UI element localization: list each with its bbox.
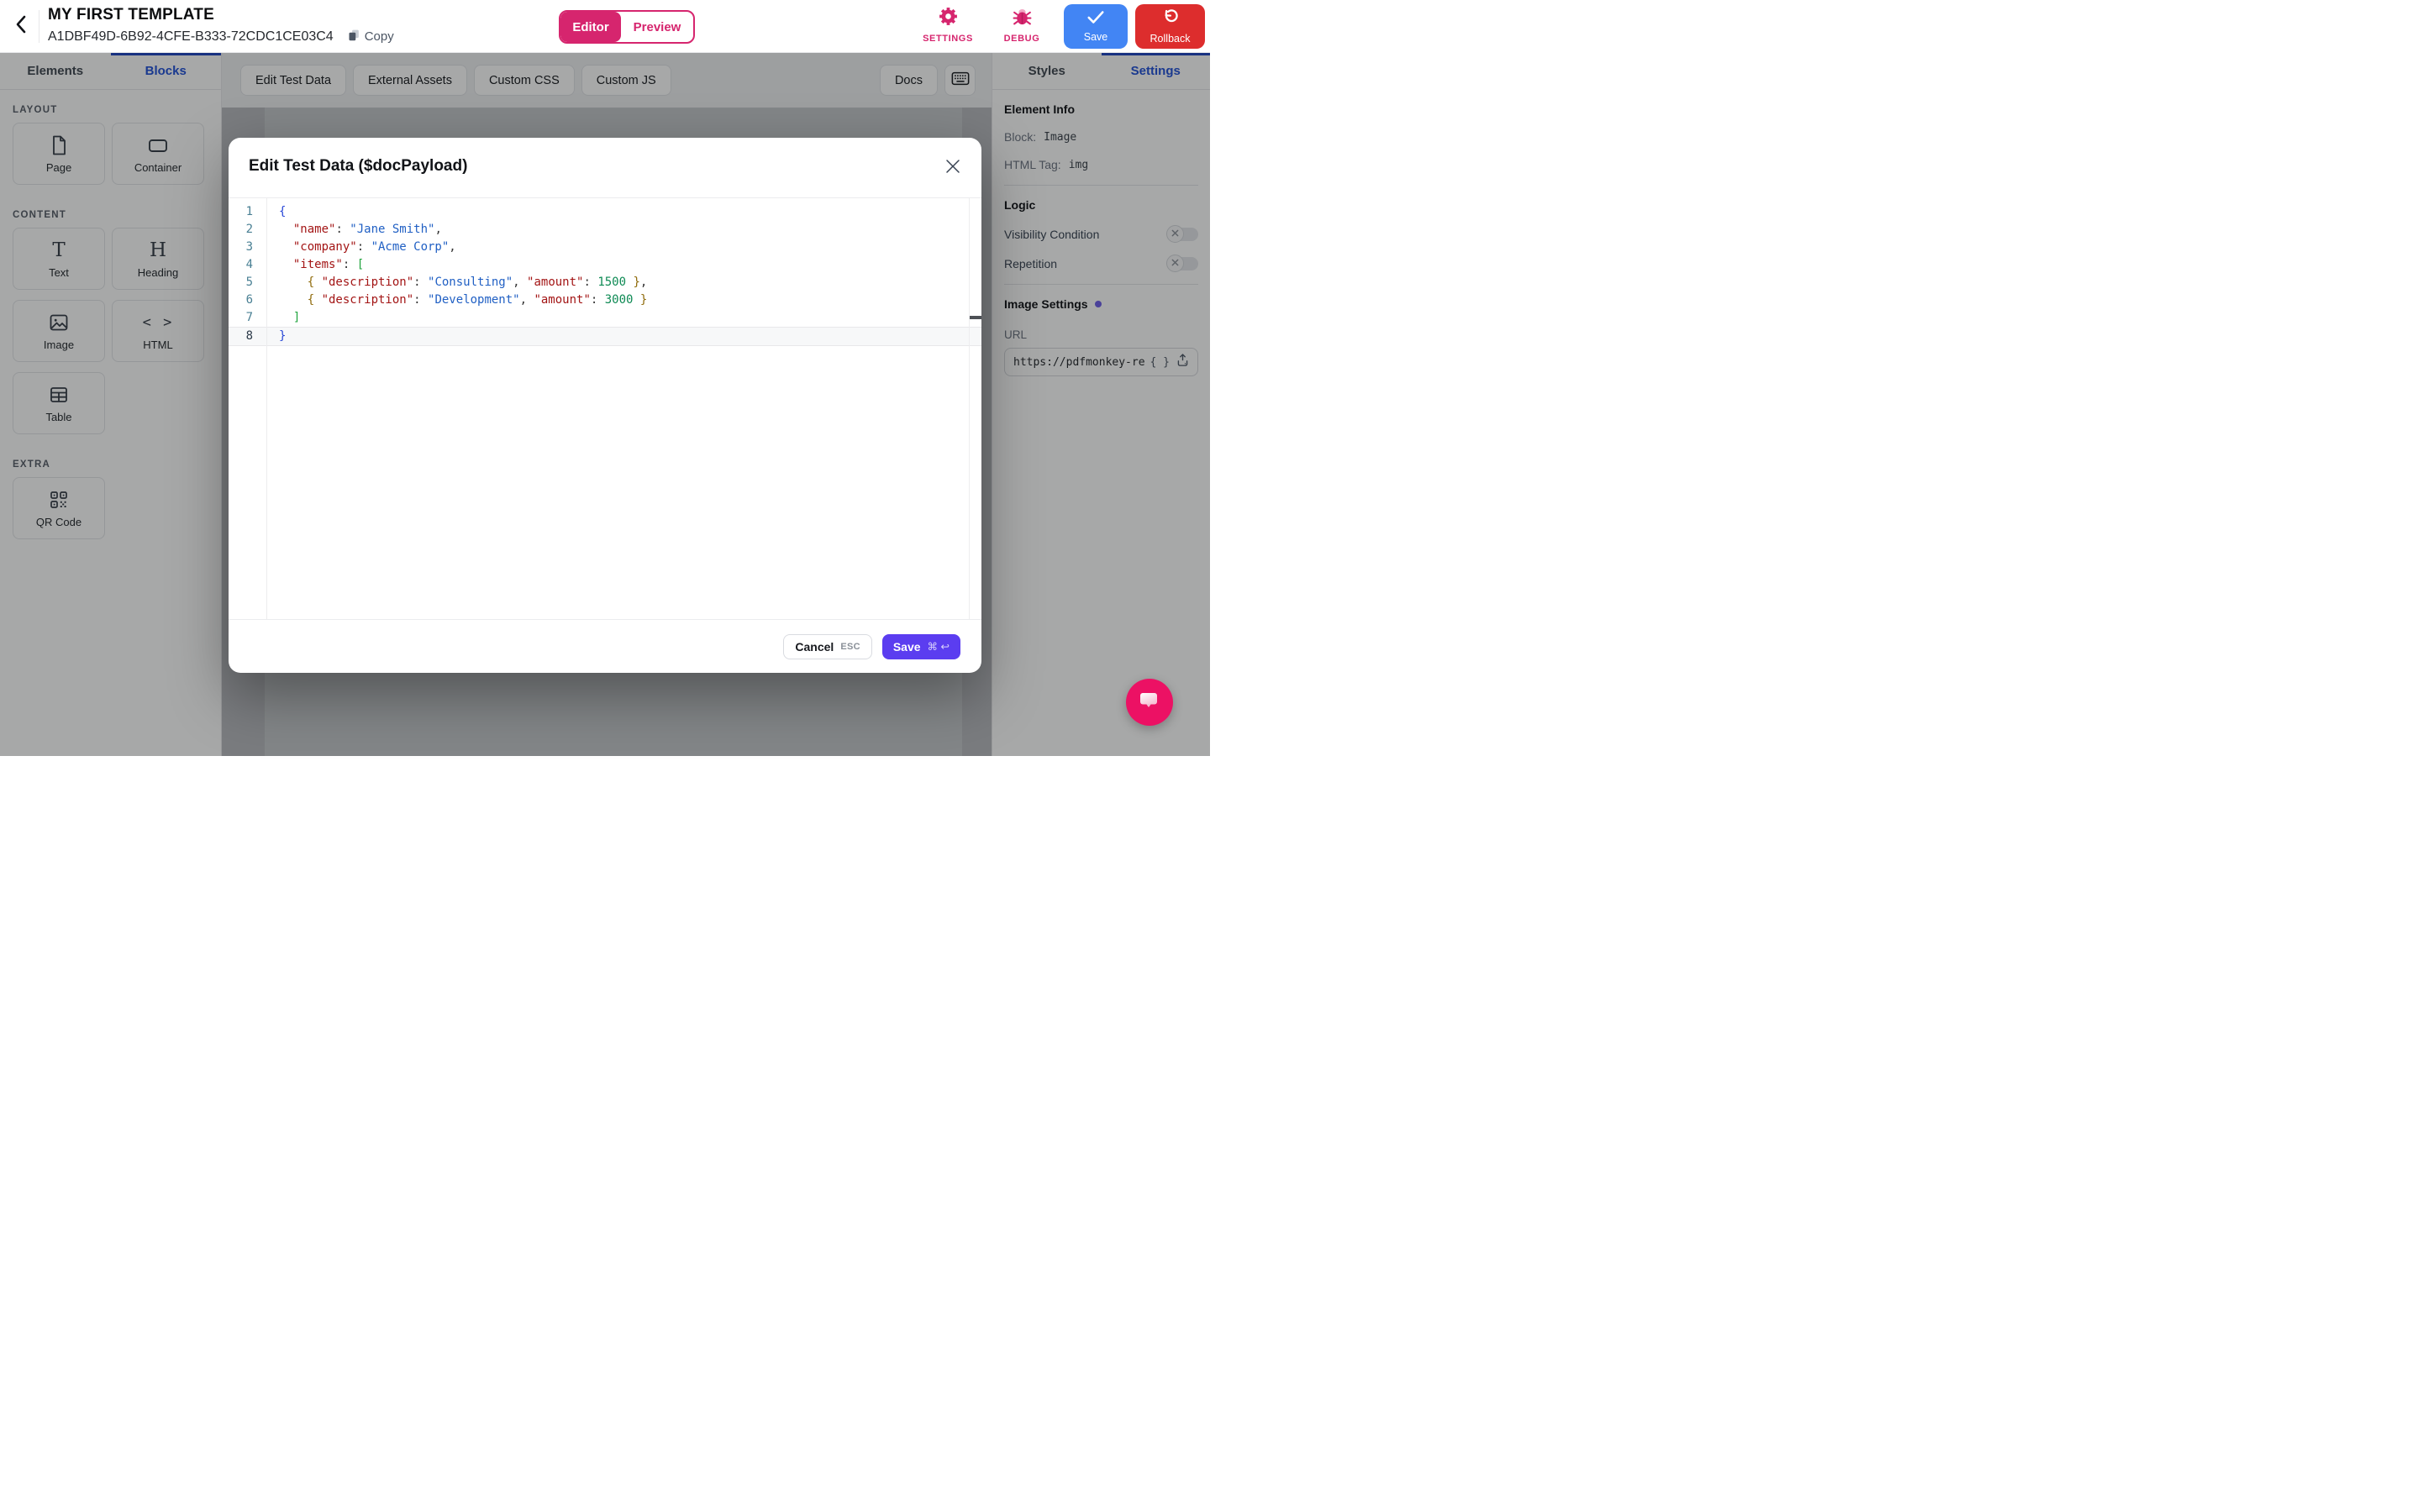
code-line[interactable]: 5 { "description": "Consulting", "amount… [229,274,981,291]
tab-preview[interactable]: Preview [621,12,693,42]
code-lines: 1{2 "name": "Jane Smith",3 "company": "A… [229,198,981,346]
debug-label: DEBUG [1004,34,1040,44]
cancel-label: Cancel [795,640,834,654]
code-line[interactable]: 3 "company": "Acme Corp", [229,239,981,256]
modal-save-button[interactable]: Save ⌘ ↩ [882,634,960,659]
line-number: 3 [229,239,260,256]
debug-button[interactable]: DEBUG [995,6,1049,44]
code-line[interactable]: 1{ [229,203,981,221]
code-line[interactable]: 6 { "description": "Development", "amoun… [229,291,981,309]
close-modal-button[interactable] [938,153,968,183]
code-line[interactable]: 8} [229,327,981,346]
copy-icon [345,27,360,46]
modal-save-label: Save [893,640,921,654]
save-template-button[interactable]: Save [1064,4,1128,49]
settings-label: SETTINGS [923,34,973,44]
mode-toggle: Editor Preview [559,10,695,44]
modal-title: Edit Test Data ($docPayload) [249,157,467,176]
cancel-shortcut: ESC [840,642,860,652]
back-button[interactable] [7,11,37,41]
bug-icon [1012,6,1033,31]
code-line[interactable]: 7 ] [229,309,981,327]
gear-icon [938,6,959,31]
line-number: 4 [229,256,260,274]
chat-bubble-icon [1137,689,1162,717]
close-icon [944,158,961,179]
save-label: Save [1084,31,1108,43]
modal-save-shortcut: ⌘ ↩ [928,640,950,653]
chat-widget-button[interactable] [1126,679,1173,726]
code-line[interactable]: 4 "items": [ [229,256,981,274]
rollback-button[interactable]: Rollback [1135,4,1205,49]
modal-header: Edit Test Data ($docPayload) [229,138,981,198]
rollback-label: Rollback [1150,33,1191,45]
copy-id-button[interactable]: Copy [345,27,394,46]
tab-editor[interactable]: Editor [560,12,621,42]
editor-scrollbar-track[interactable] [969,198,970,619]
line-number: 7 [229,309,260,327]
settings-button[interactable]: SETTINGS [921,6,975,44]
undo-icon [1161,8,1179,30]
copy-label: Copy [365,29,394,44]
template-header: MY FIRST TEMPLATE A1DBF49D-6B92-4CFE-B33… [48,6,394,46]
editor-scrollbar-mark [970,316,981,319]
line-number: 8 [229,328,260,345]
template-id: A1DBF49D-6B92-4CFE-B333-72CDC1CE03C4 [48,29,334,45]
json-code-editor[interactable]: 1{2 "name": "Jane Smith",3 "company": "A… [229,198,981,619]
gutter-border [266,198,267,619]
check-icon [1086,10,1105,29]
line-number: 6 [229,291,260,309]
cancel-button[interactable]: Cancel ESC [783,634,871,659]
edit-test-data-modal: Edit Test Data ($docPayload) 1{2 "name":… [229,138,981,673]
line-number: 2 [229,221,260,239]
line-number: 1 [229,203,260,221]
line-number: 5 [229,274,260,291]
modal-footer: Cancel ESC Save ⌘ ↩ [229,619,981,673]
page-title: MY FIRST TEMPLATE [48,6,394,24]
top-bar: MY FIRST TEMPLATE A1DBF49D-6B92-4CFE-B33… [0,0,1210,53]
back-chevron-icon [12,13,32,39]
code-line[interactable]: 2 "name": "Jane Smith", [229,221,981,239]
